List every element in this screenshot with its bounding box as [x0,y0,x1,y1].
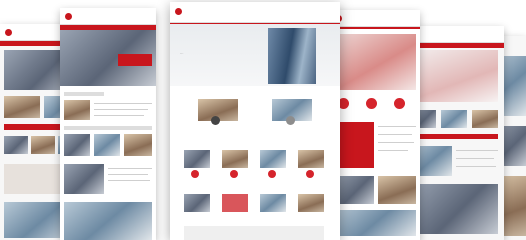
website-mockup-right [330,10,420,240]
hero-banner: … [170,24,340,86]
team-image [260,150,286,168]
year-block [334,122,374,168]
team-image [184,150,210,168]
thumb-image [64,134,90,156]
service-circle-icon [230,170,238,178]
service-circle-icon [366,98,377,109]
hero-label [118,54,152,66]
banner-line-3: … [180,51,184,55]
project-image [298,194,324,212]
project-image [184,194,210,212]
thumb-image [124,134,152,156]
thumb-image [441,110,467,128]
mockup-collage: … [0,0,526,240]
thumb-image [31,136,55,154]
footer-image [334,210,416,236]
thumb-image [4,96,40,118]
nav-bar [330,27,420,29]
service-circle-icon [306,170,314,178]
service-circle-icon [268,170,276,178]
map-image [334,34,416,90]
thumb-image [64,164,104,194]
section-title [64,92,104,96]
logo-mark-icon [65,13,72,20]
header [170,2,340,23]
thumb-image [64,100,90,120]
logo-mark-icon [175,8,182,15]
service-circle-icon [394,98,405,109]
footer-image [410,184,498,234]
thumb-image [378,176,416,204]
project-image [222,194,248,212]
logo-mark-icon [5,29,12,36]
thumb-image [334,176,374,204]
thumb-image [4,136,28,154]
bottom-strip [184,226,324,240]
section-title [64,126,152,130]
team-image [298,150,324,168]
team-image [222,150,248,168]
footer-image [64,202,152,240]
building-image [268,28,316,84]
map-image [410,50,498,102]
website-mockup-center: … [170,2,340,240]
service-circle-icon [286,116,295,125]
service-circle-icon [191,170,199,178]
section-bar [410,134,498,139]
thumb-image [94,134,120,156]
header [330,10,420,27]
project-image [260,194,286,212]
thumb-image [472,110,498,128]
header [60,8,156,25]
website-mockup-left [60,8,156,240]
service-circle-icon [211,116,220,125]
